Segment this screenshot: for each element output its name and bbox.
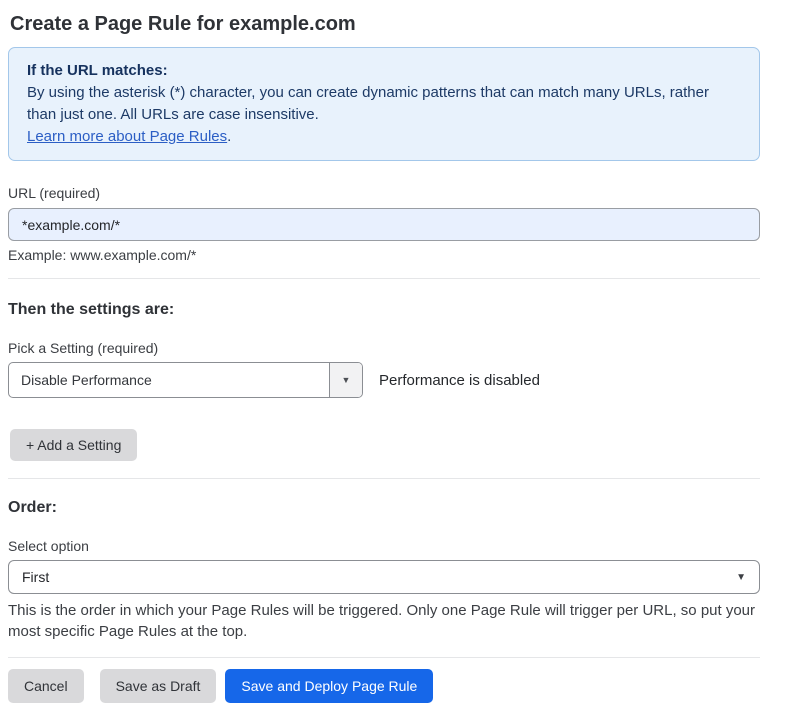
save-deploy-button[interactable]: Save and Deploy Page Rule (225, 669, 433, 703)
divider (8, 657, 760, 658)
setting-status-text: Performance is disabled (379, 372, 540, 389)
link-period: . (227, 128, 231, 145)
setting-picker-label: Pick a Setting (required) (8, 340, 760, 357)
order-help-text: This is the order in which your Page Rul… (8, 600, 760, 642)
chevron-down-icon: ▼ (736, 572, 746, 583)
info-box-heading: If the URL matches: (27, 60, 741, 82)
add-setting-button[interactable]: + Add a Setting (10, 429, 137, 461)
divider (8, 278, 760, 279)
learn-more-link[interactable]: Learn more about Page Rules (27, 128, 227, 145)
url-example-text: Example: www.example.com/* (8, 247, 760, 264)
info-box-link-line: Learn more about Page Rules. (27, 126, 741, 148)
url-input[interactable] (8, 208, 760, 241)
url-label: URL (required) (8, 185, 760, 202)
divider (8, 478, 760, 479)
page-title: Create a Page Rule for example.com (10, 12, 760, 36)
order-select[interactable]: First ▼ (8, 560, 760, 594)
order-heading: Order: (8, 498, 760, 517)
setting-select[interactable]: Disable Performance ▼ (8, 362, 363, 398)
order-select-value: First (22, 569, 49, 585)
setting-row: Disable Performance ▼ Performance is dis… (8, 362, 760, 398)
dropdown-arrow-icon: ▼ (329, 363, 362, 397)
create-page-rule-form: Create a Page Rule for example.com If th… (0, 0, 790, 703)
info-box-body: By using the asterisk (*) character, you… (27, 82, 741, 126)
footer-actions: Cancel Save as Draft Save and Deploy Pag… (8, 669, 760, 703)
order-select-label: Select option (8, 538, 760, 555)
cancel-button[interactable]: Cancel (8, 669, 84, 703)
setting-select-value: Disable Performance (9, 363, 329, 397)
url-match-info-box: If the URL matches: By using the asteris… (8, 47, 760, 161)
save-as-draft-button[interactable]: Save as Draft (100, 669, 217, 703)
settings-heading: Then the settings are: (8, 300, 760, 319)
